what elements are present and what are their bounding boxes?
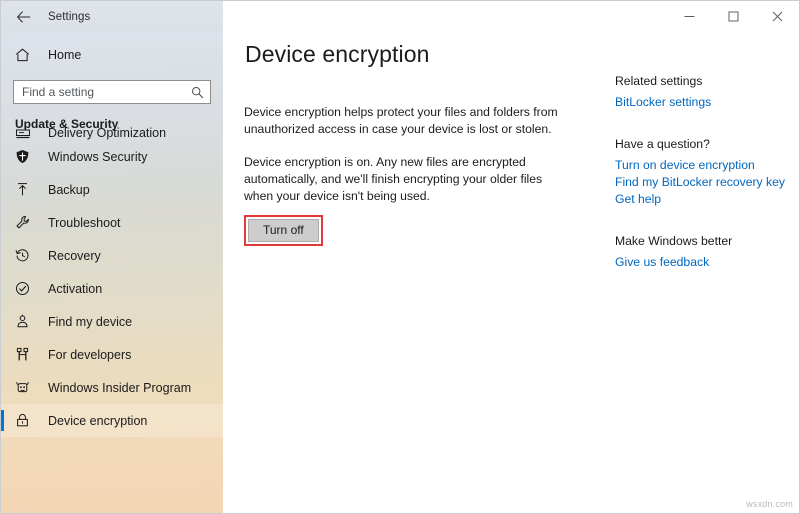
rail-group-make-windows-better: Make Windows better Give us feedback xyxy=(615,234,790,269)
link-bitlocker-settings[interactable]: BitLocker settings xyxy=(615,95,790,109)
lock-icon xyxy=(15,413,37,428)
sidebar-item-delivery-optimization[interactable]: Delivery Optimization xyxy=(1,120,223,140)
delivery-optimization-icon xyxy=(15,126,37,140)
content-body: Device encryption helps protect your fil… xyxy=(244,104,564,246)
search-input[interactable] xyxy=(14,81,210,103)
rail-group-have-a-question: Have a question? Turn on device encrypti… xyxy=(615,137,790,206)
check-circle-icon xyxy=(15,281,37,296)
insider-bug-icon xyxy=(15,380,37,395)
sidebar-item-label: Delivery Optimization xyxy=(48,126,167,140)
developer-tools-icon xyxy=(15,347,37,362)
link-give-us-feedback[interactable]: Give us feedback xyxy=(615,255,790,269)
description-paragraph-1: Device encryption helps protect your fil… xyxy=(244,105,558,136)
search-icon[interactable] xyxy=(188,81,206,103)
sidebar-item-label: Activation xyxy=(48,281,103,296)
sidebar-item-backup[interactable]: Backup xyxy=(1,173,223,206)
search-box[interactable] xyxy=(13,80,211,104)
description-paragraph-2: Device encryption is on. Any new files a… xyxy=(244,155,543,203)
rail-group-related-settings: Related settings BitLocker settings xyxy=(615,74,790,109)
sidebar-item-find-my-device[interactable]: Find my device xyxy=(1,305,223,338)
sidebar-item-windows-insider-program[interactable]: Windows Insider Program xyxy=(1,371,223,404)
link-find-bitlocker-recovery-key[interactable]: Find my BitLocker recovery key xyxy=(615,175,790,189)
rail-heading: Make Windows better xyxy=(615,234,733,248)
sidebar-item-recovery[interactable]: Recovery xyxy=(1,239,223,272)
turn-off-annotation-highlight: Turn off xyxy=(244,215,323,246)
turn-off-button[interactable]: Turn off xyxy=(248,219,319,242)
home-icon xyxy=(15,48,37,62)
sidebar-item-label: Troubleshoot xyxy=(48,215,121,230)
sidebar-item-windows-security[interactable]: Windows Security xyxy=(1,140,223,173)
sidebar-item-label: Find my device xyxy=(48,314,133,329)
wrench-icon xyxy=(15,215,37,230)
sidebar-item-label: Backup xyxy=(48,182,90,197)
sidebar: Home Update & Security xyxy=(1,32,223,513)
sidebar-nav-list: Delivery Optimization Windows Security B… xyxy=(1,120,223,437)
maximize-button[interactable] xyxy=(711,1,755,31)
sidebar-item-device-encryption[interactable]: Device encryption xyxy=(1,404,223,437)
sidebar-item-label: Device encryption xyxy=(48,413,148,428)
shield-icon xyxy=(15,149,37,164)
sidebar-item-troubleshoot[interactable]: Troubleshoot xyxy=(1,206,223,239)
window-controls xyxy=(223,1,799,32)
minimize-button[interactable] xyxy=(667,1,711,31)
sidebar-item-activation[interactable]: Activation xyxy=(1,272,223,305)
link-turn-on-device-encryption[interactable]: Turn on device encryption xyxy=(615,158,790,172)
sidebar-item-label: For developers xyxy=(48,347,132,362)
settings-window: Settings Home Find a setting Update & Se… xyxy=(0,0,800,514)
sidebar-item-label: Windows Security xyxy=(48,149,148,164)
title-bar: Settings xyxy=(1,1,799,32)
window-title: Settings xyxy=(48,10,91,23)
rail-heading: Related settings xyxy=(615,74,703,88)
related-settings-rail: Related settings BitLocker settings Have… xyxy=(615,74,790,272)
watermark: wsxdn.com xyxy=(746,499,793,509)
link-get-help[interactable]: Get help xyxy=(615,192,790,206)
sidebar-item-label: Recovery xyxy=(48,248,101,263)
back-arrow-icon[interactable] xyxy=(9,4,39,30)
search-container xyxy=(13,80,211,104)
sidebar-home-label: Home xyxy=(48,48,82,62)
history-clock-icon xyxy=(15,248,37,263)
find-device-icon xyxy=(15,314,37,329)
backup-upload-icon xyxy=(15,182,37,197)
main-content: Device encryption Device encryption help… xyxy=(223,32,799,513)
rail-heading: Have a question? xyxy=(615,137,710,151)
sidebar-item-home[interactable]: Home xyxy=(1,40,223,70)
page-title: Device encryption xyxy=(245,41,430,67)
close-button[interactable] xyxy=(755,1,799,31)
sidebar-item-label: Windows Insider Program xyxy=(48,380,192,395)
title-bar-left: Settings xyxy=(1,1,223,32)
sidebar-item-for-developers[interactable]: For developers xyxy=(1,338,223,371)
